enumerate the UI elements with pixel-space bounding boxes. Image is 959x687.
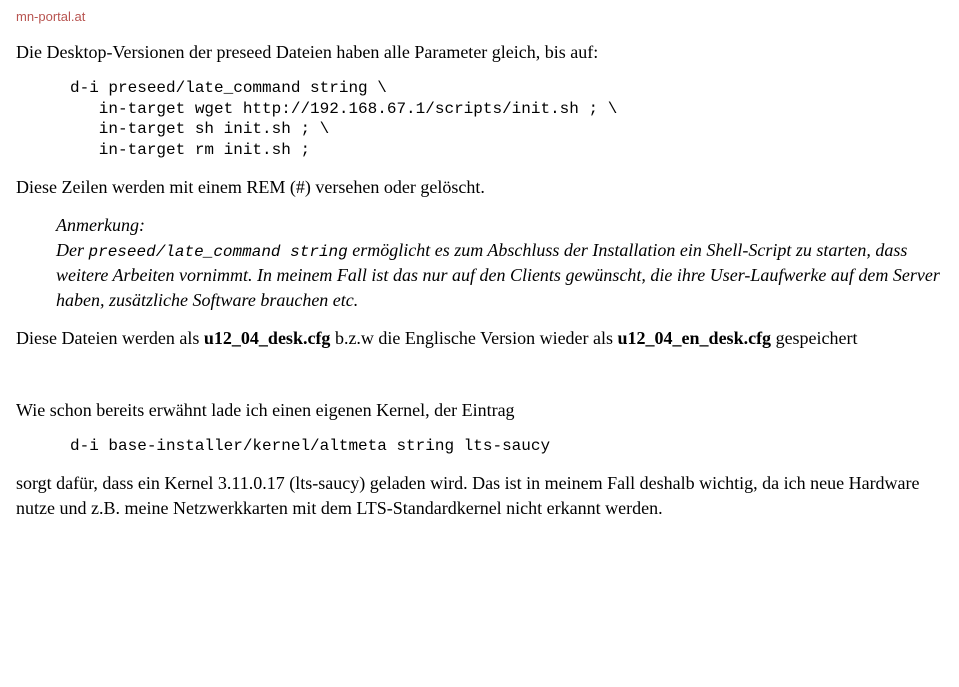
code-block-kernel: d-i base-installer/kernel/altmeta string… [70, 436, 943, 457]
paragraph-kernel-intro: Wie schon bereits erwähnt lade ich einen… [16, 398, 943, 422]
filenames-b2: u12_04_en_desk.cfg [618, 328, 772, 348]
note-block: Anmerkung: Der preseed/late_command stri… [56, 213, 943, 311]
paragraph-kernel-reason: sorgt dafür, dass ein Kernel 3.11.0.17 (… [16, 471, 943, 520]
site-header: mn-portal.at [16, 8, 943, 26]
filenames-t3: gespeichert [771, 328, 857, 348]
note-code: preseed/late_command string [89, 243, 348, 261]
filenames-b1: u12_04_desk.cfg [204, 328, 331, 348]
paragraph-filenames: Diese Dateien werden als u12_04_desk.cfg… [16, 326, 943, 350]
code-block-late-command: d-i preseed/late_command string \ in-tar… [70, 78, 943, 161]
filenames-t1: Diese Dateien werden als [16, 328, 204, 348]
filenames-t2: b.z.w die Englische Version wieder als [330, 328, 617, 348]
paragraph-rem: Diese Zeilen werden mit einem REM (#) ve… [16, 175, 943, 199]
note-pre: Der [56, 240, 89, 260]
note-title: Anmerkung: [56, 215, 145, 235]
paragraph-intro: Die Desktop-Versionen der preseed Dateie… [16, 40, 943, 64]
